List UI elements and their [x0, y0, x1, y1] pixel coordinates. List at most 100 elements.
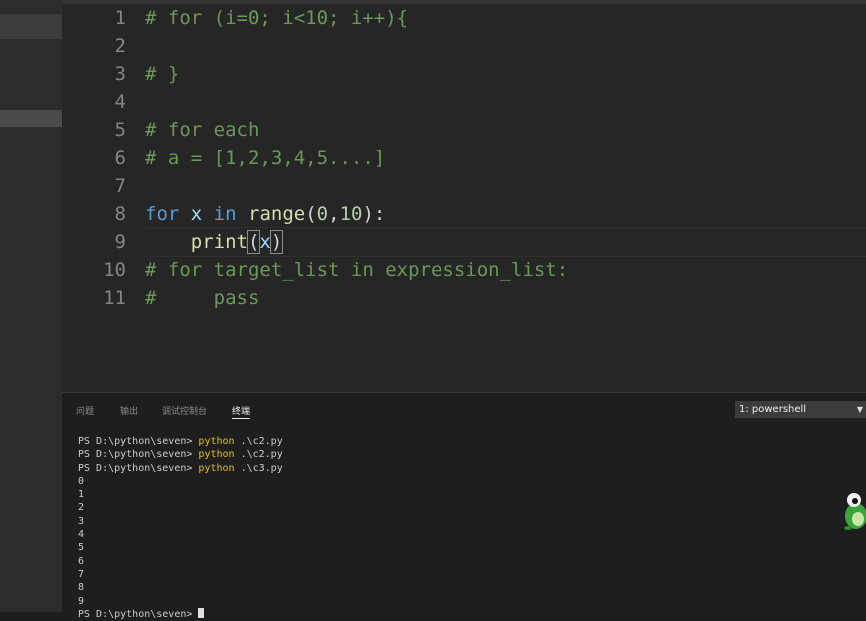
- line-number: 1: [114, 7, 126, 29]
- line-number: 10: [103, 259, 126, 281]
- code-token: # for target_list in expression_list:: [145, 259, 569, 281]
- code-token: 0: [316, 203, 329, 225]
- code-text: # for (i=0; i<10; i++){: [145, 4, 408, 32]
- code-token: ,: [328, 203, 340, 225]
- code-line[interactable]: 5 # for each: [62, 116, 866, 144]
- terminal-line: 0: [78, 475, 858, 488]
- terminal-output[interactable]: PS D:\python\seven> python .\c2.py PS D:\…: [78, 435, 858, 621]
- code-token: # a = [1,2,3,4,5....]: [145, 147, 386, 169]
- code-token: # }: [145, 63, 180, 85]
- panel-tab[interactable]: 输出: [120, 404, 138, 417]
- code-token: in: [213, 203, 237, 225]
- code-text: # for each: [145, 116, 259, 144]
- terminal-prompt: 3: [78, 515, 85, 527]
- code-token: 10: [339, 203, 363, 225]
- code-token: x: [179, 203, 214, 225]
- sidebar-item-selected[interactable]: [0, 110, 62, 127]
- terminal-line: 9: [78, 595, 858, 608]
- terminal-prompt: PS D:\python\seven>: [78, 449, 199, 461]
- code-text: # pass: [145, 284, 259, 312]
- code-token: # for each: [145, 119, 260, 141]
- terminal-prompt: PS D:\python\seven>: [78, 436, 199, 447]
- terminal-line: 3: [78, 515, 858, 528]
- line-number: 7: [114, 175, 126, 197]
- terminal-args: .\c2.py: [234, 436, 283, 447]
- code-token: (: [246, 230, 261, 254]
- terminal-line: 2: [78, 501, 858, 514]
- terminal-line: 4: [78, 528, 858, 541]
- chevron-down-icon: ▼: [856, 405, 863, 414]
- terminal-select-value: 1: powershell: [739, 404, 807, 415]
- code-text: # for target_list in expression_list:: [145, 256, 568, 284]
- code-line[interactable]: 11 # pass: [62, 284, 866, 312]
- terminal-prompt: PS D:\python\seven>: [78, 608, 199, 620]
- terminal-prompt: 4: [78, 529, 85, 541]
- code-token: range: [248, 203, 306, 225]
- line-number: 5: [114, 119, 126, 141]
- terminal-prompt: 0: [78, 475, 85, 487]
- line-number: 4: [114, 91, 126, 113]
- line-number: 2: [114, 35, 126, 57]
- terminal-command: python: [198, 436, 235, 447]
- terminal-command: python: [198, 449, 235, 461]
- activity-sidebar: [0, 0, 62, 612]
- terminal-line: 1: [78, 488, 858, 501]
- terminal-args: .\c2.py: [234, 449, 283, 461]
- terminal-line: PS D:\python\seven> python .\c2.py: [78, 435, 858, 448]
- terminal-prompt: 9: [78, 595, 85, 607]
- code-line[interactable]: 2: [62, 32, 866, 60]
- code-token: (: [305, 203, 317, 225]
- code-token: # pass: [145, 287, 260, 309]
- terminal-line: 6: [78, 555, 858, 568]
- code-text: print(x): [145, 228, 284, 256]
- code-line[interactable]: 8 for x in range(0,10):: [62, 200, 866, 228]
- sidebar-item-top[interactable]: [0, 14, 62, 39]
- terminal-args: .\c3.py: [234, 462, 283, 474]
- code-line[interactable]: 10 # for target_list in expression_list:: [62, 256, 866, 284]
- panel-tab[interactable]: 终端: [232, 404, 251, 419]
- code-token: for: [145, 203, 180, 225]
- code-line[interactable]: 4: [62, 88, 866, 116]
- terminal-line: 8: [78, 581, 858, 594]
- code-token: ): [269, 230, 284, 254]
- panel-tab[interactable]: 调试控制台: [162, 404, 207, 417]
- line-number: 8: [114, 203, 126, 225]
- code-token: print: [190, 231, 248, 253]
- terminal-line: 7: [78, 568, 858, 581]
- line-number: 3: [114, 63, 126, 85]
- panel-tab[interactable]: 问题: [76, 404, 94, 417]
- code-text: # }: [145, 60, 179, 88]
- code-line[interactable]: 1 # for (i=0; i<10; i++){: [62, 4, 866, 32]
- terminal-select[interactable]: 1: powershell ▼: [735, 401, 866, 418]
- terminal-prompt: 2: [78, 502, 85, 514]
- green-frog-mascot-icon[interactable]: [840, 488, 866, 534]
- terminal-prompt: 6: [78, 555, 85, 567]
- terminal-command: python: [198, 462, 235, 474]
- terminal-line: PS D:\python\seven> python .\c3.py: [78, 462, 858, 475]
- line-number: 6: [114, 147, 126, 169]
- code-editor[interactable]: 1 # for (i=0; i<10; i++){ 2 3 # } 4 5 # for eac…: [62, 0, 866, 392]
- code-line[interactable]: 3 # }: [62, 60, 866, 88]
- code-token: # for (i=0; i<10; i++){: [145, 7, 409, 29]
- line-number: 9: [114, 231, 126, 253]
- terminal-prompt: 8: [78, 582, 85, 594]
- line-number: 11: [103, 287, 126, 309]
- code-token: x: [259, 231, 271, 253]
- terminal-prompt: 5: [78, 542, 85, 554]
- code-line[interactable]: 9 print(x): [62, 228, 866, 256]
- code-token: ):: [362, 203, 386, 225]
- code-line[interactable]: 7: [62, 172, 866, 200]
- terminal-prompt: PS D:\python\seven>: [78, 462, 199, 474]
- terminal-prompt: 7: [78, 568, 85, 580]
- terminal-line: PS D:\python\seven> python .\c2.py: [78, 448, 858, 461]
- terminal-line: 5: [78, 541, 858, 554]
- code-text: for x in range(0,10):: [145, 200, 385, 228]
- terminal-cursor: [198, 607, 205, 618]
- terminal-line: PS D:\python\seven>: [78, 607, 858, 621]
- code-text: # a = [1,2,3,4,5....]: [145, 144, 385, 172]
- code-line[interactable]: 6 # a = [1,2,3,4,5....]: [62, 144, 866, 172]
- terminal-prompt: 1: [78, 489, 85, 501]
- bottom-panel: 问题 输出 调试控制台 终端 1: powershell ▼ PS D:\python…: [62, 392, 866, 620]
